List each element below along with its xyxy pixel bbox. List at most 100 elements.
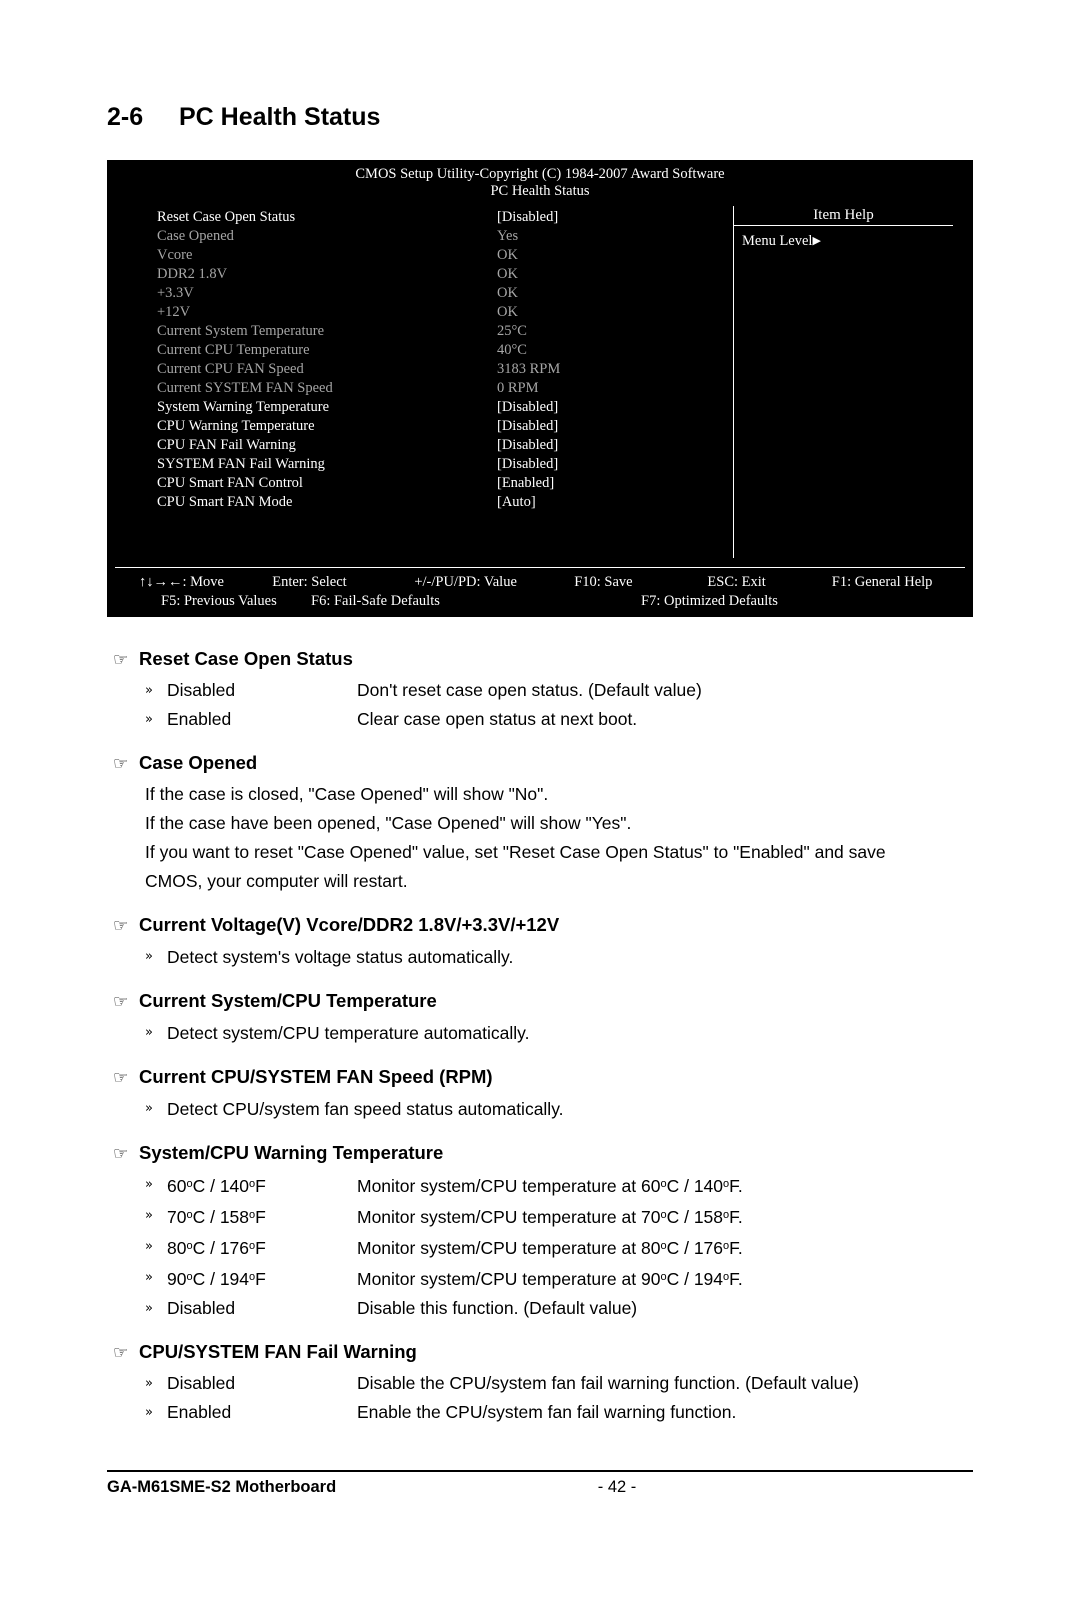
bios-row-label: Current CPU FAN Speed — [157, 361, 304, 377]
bios-row[interactable]: CPU Warning Temperature [Disabled] — [157, 417, 727, 436]
bios-row-label: Case Opened — [157, 228, 234, 244]
double-arrow-icon: » — [145, 712, 153, 727]
item-help-body: Menu Level▶ — [734, 226, 953, 250]
bios-row[interactable]: Reset Case Open Status [Disabled] — [157, 208, 727, 227]
document-page: 2-6 PC Health Status CMOS Setup Utility-… — [0, 0, 1080, 1604]
bios-row-label: +3.3V — [157, 285, 194, 301]
section-line: If the case have been opened, "Case Open… — [145, 813, 632, 833]
pointing-hand-icon: ☞ — [113, 1068, 129, 1088]
bullet-line: » Detect system/CPU temperature automati… — [145, 1018, 1080, 1048]
bios-row-value: [Enabled] — [497, 475, 555, 491]
bios-row: Vcore OK — [157, 246, 727, 265]
key-move: ↑↓→←: Move — [139, 574, 224, 590]
option-row: » Disabled Disable this function. (Defau… — [145, 1294, 1080, 1323]
option-row: » Disabled Don't reset case open status.… — [145, 676, 1080, 705]
bios-row: Current System Temperature 25°C — [157, 322, 727, 341]
double-arrow-icon: » — [145, 1025, 153, 1040]
bios-key-legend: ↑↓→←: Move Enter: Select +/-/PU/PD: Valu… — [115, 567, 965, 611]
option-row: » 80oC / 176oF Monitor system/CPU temper… — [145, 1232, 1080, 1263]
pointing-hand-icon: ☞ — [113, 650, 129, 670]
section-heading: ☞ Current CPU/SYSTEM FAN Speed (RPM) — [113, 1066, 1080, 1088]
item-help-title: Item Help — [734, 206, 953, 226]
option-description: Monitor system/CPU temperature at 70oC /… — [357, 1207, 743, 1227]
option-description: Clear case open status at next boot. — [357, 709, 638, 729]
key-general-help: F1: General Help — [831, 574, 933, 590]
bios-row-value: OK — [497, 247, 518, 263]
section-heading: ☞ Case Opened — [113, 752, 1080, 774]
option-description: Don't reset case open status. (Default v… — [357, 680, 702, 700]
bios-body: Reset Case Open Status [Disabled] Case O… — [115, 206, 965, 568]
bios-row[interactable]: CPU Smart FAN Control [Enabled] — [157, 474, 727, 493]
bios-key-legend-row: F5: Previous Values F6: Fail-Safe Defaul… — [115, 592, 965, 611]
section-title: Current CPU/SYSTEM FAN Speed (RPM) — [139, 1066, 493, 1087]
section-title: Case Opened — [139, 752, 258, 773]
option-description: Monitor system/CPU temperature at 60oC /… — [357, 1176, 743, 1196]
pointing-hand-icon: ☞ — [113, 1144, 129, 1164]
section-fan-fail-warning: ☞ CPU/SYSTEM FAN Fail Warning » Disabled… — [0, 1341, 1080, 1427]
section-heading: ☞ CPU/SYSTEM FAN Fail Warning — [113, 1341, 1080, 1363]
double-arrow-icon: » — [145, 1301, 153, 1316]
option-row: » 60oC / 140oF Monitor system/CPU temper… — [145, 1170, 1080, 1201]
triangle-right-icon: ▶ — [812, 235, 821, 247]
option-description: Disable the CPU/system fan fail warning … — [357, 1373, 859, 1393]
bios-row: DDR2 1.8V OK — [157, 265, 727, 284]
key-previous-values: F5: Previous Values — [161, 593, 277, 609]
option-row: » Enabled Clear case open status at next… — [145, 705, 1080, 734]
bullet-text: Detect system's voltage status automatic… — [167, 947, 514, 967]
bios-row-label: +12V — [157, 304, 191, 320]
bios-row-value: OK — [497, 304, 518, 320]
bios-row-value: [Disabled] — [497, 437, 559, 453]
section-fan-speed: ☞ Current CPU/SYSTEM FAN Speed (RPM) » D… — [0, 1066, 1080, 1124]
bullet-text: Detect CPU/system fan speed status autom… — [167, 1099, 564, 1119]
bios-row-label: CPU Warning Temperature — [157, 418, 315, 434]
footer-product-name: GA-M61SME-S2 Motherboard — [107, 1478, 337, 1496]
option-label: 60oC / 140oF — [167, 1176, 266, 1196]
page-footer: GA-M61SME-S2 Motherboard - 42 - — [107, 1470, 973, 1497]
double-arrow-icon: » — [145, 1270, 153, 1285]
bios-row: Current SYSTEM FAN Speed 0 RPM — [157, 379, 727, 398]
bios-settings-list: Reset Case Open Status [Disabled] Case O… — [157, 208, 727, 512]
bios-row[interactable]: SYSTEM FAN Fail Warning [Disabled] — [157, 455, 727, 474]
double-arrow-icon: » — [145, 1208, 153, 1223]
option-description: Disable this function. (Default value) — [357, 1298, 638, 1318]
option-label: Disabled — [167, 1373, 236, 1393]
bios-row-value: 25°C — [497, 323, 527, 339]
option-label: Enabled — [167, 709, 232, 729]
key-exit: ESC: Exit — [707, 574, 766, 590]
bios-row[interactable]: System Warning Temperature [Disabled] — [157, 398, 727, 417]
option-row: » 90oC / 194oF Monitor system/CPU temper… — [145, 1263, 1080, 1294]
section-heading: ☞ Reset Case Open Status — [113, 648, 1080, 670]
bullet-line: » Detect system's voltage status automat… — [145, 942, 1080, 972]
bios-row-label: Vcore — [157, 247, 193, 263]
bios-row[interactable]: CPU FAN Fail Warning [Disabled] — [157, 436, 727, 455]
pointing-hand-icon: ☞ — [113, 754, 129, 774]
section-warning-temperature: ☞ System/CPU Warning Temperature » 60oC … — [0, 1142, 1080, 1323]
page-title: 2-6 PC Health Status — [107, 103, 380, 132]
option-label: 80oC / 176oF — [167, 1238, 266, 1258]
bios-row-label: DDR2 1.8V — [157, 266, 228, 282]
bios-row-value: OK — [497, 266, 518, 282]
section-line: If you want to reset "Case Opened" value… — [145, 842, 886, 862]
option-description: Enable the CPU/system fan fail warning f… — [357, 1402, 737, 1422]
option-row: » 70oC / 158oF Monitor system/CPU temper… — [145, 1201, 1080, 1232]
bullet-line: » Detect CPU/system fan speed status aut… — [145, 1094, 1080, 1124]
bios-row-label: Current CPU Temperature — [157, 342, 310, 358]
item-help-panel: Item Help Menu Level▶ — [733, 206, 953, 558]
bios-row: Case Opened Yes — [157, 227, 727, 246]
chapter-number: 2-6 — [107, 103, 144, 131]
bios-row-label: Reset Case Open Status — [157, 209, 296, 225]
bios-row: +12V OK — [157, 303, 727, 322]
pointing-hand-icon: ☞ — [113, 1343, 129, 1363]
bios-row: Current CPU FAN Speed 3183 RPM — [157, 360, 727, 379]
bios-header-line2: PC Health Status — [490, 183, 590, 199]
bios-row-value: [Disabled] — [497, 418, 559, 434]
key-save: F10: Save — [574, 574, 633, 590]
bios-row-value: [Disabled] — [497, 399, 559, 415]
bios-row-label: CPU FAN Fail Warning — [157, 437, 296, 453]
bios-row-label: Current SYSTEM FAN Speed — [157, 380, 333, 396]
double-arrow-icon: » — [145, 1239, 153, 1254]
section-title: Current System/CPU Temperature — [139, 990, 437, 1011]
menu-level-label: Menu Level — [742, 233, 813, 249]
bios-row-value: 0 RPM — [497, 380, 539, 396]
bios-row[interactable]: CPU Smart FAN Mode [Auto] — [157, 493, 727, 512]
